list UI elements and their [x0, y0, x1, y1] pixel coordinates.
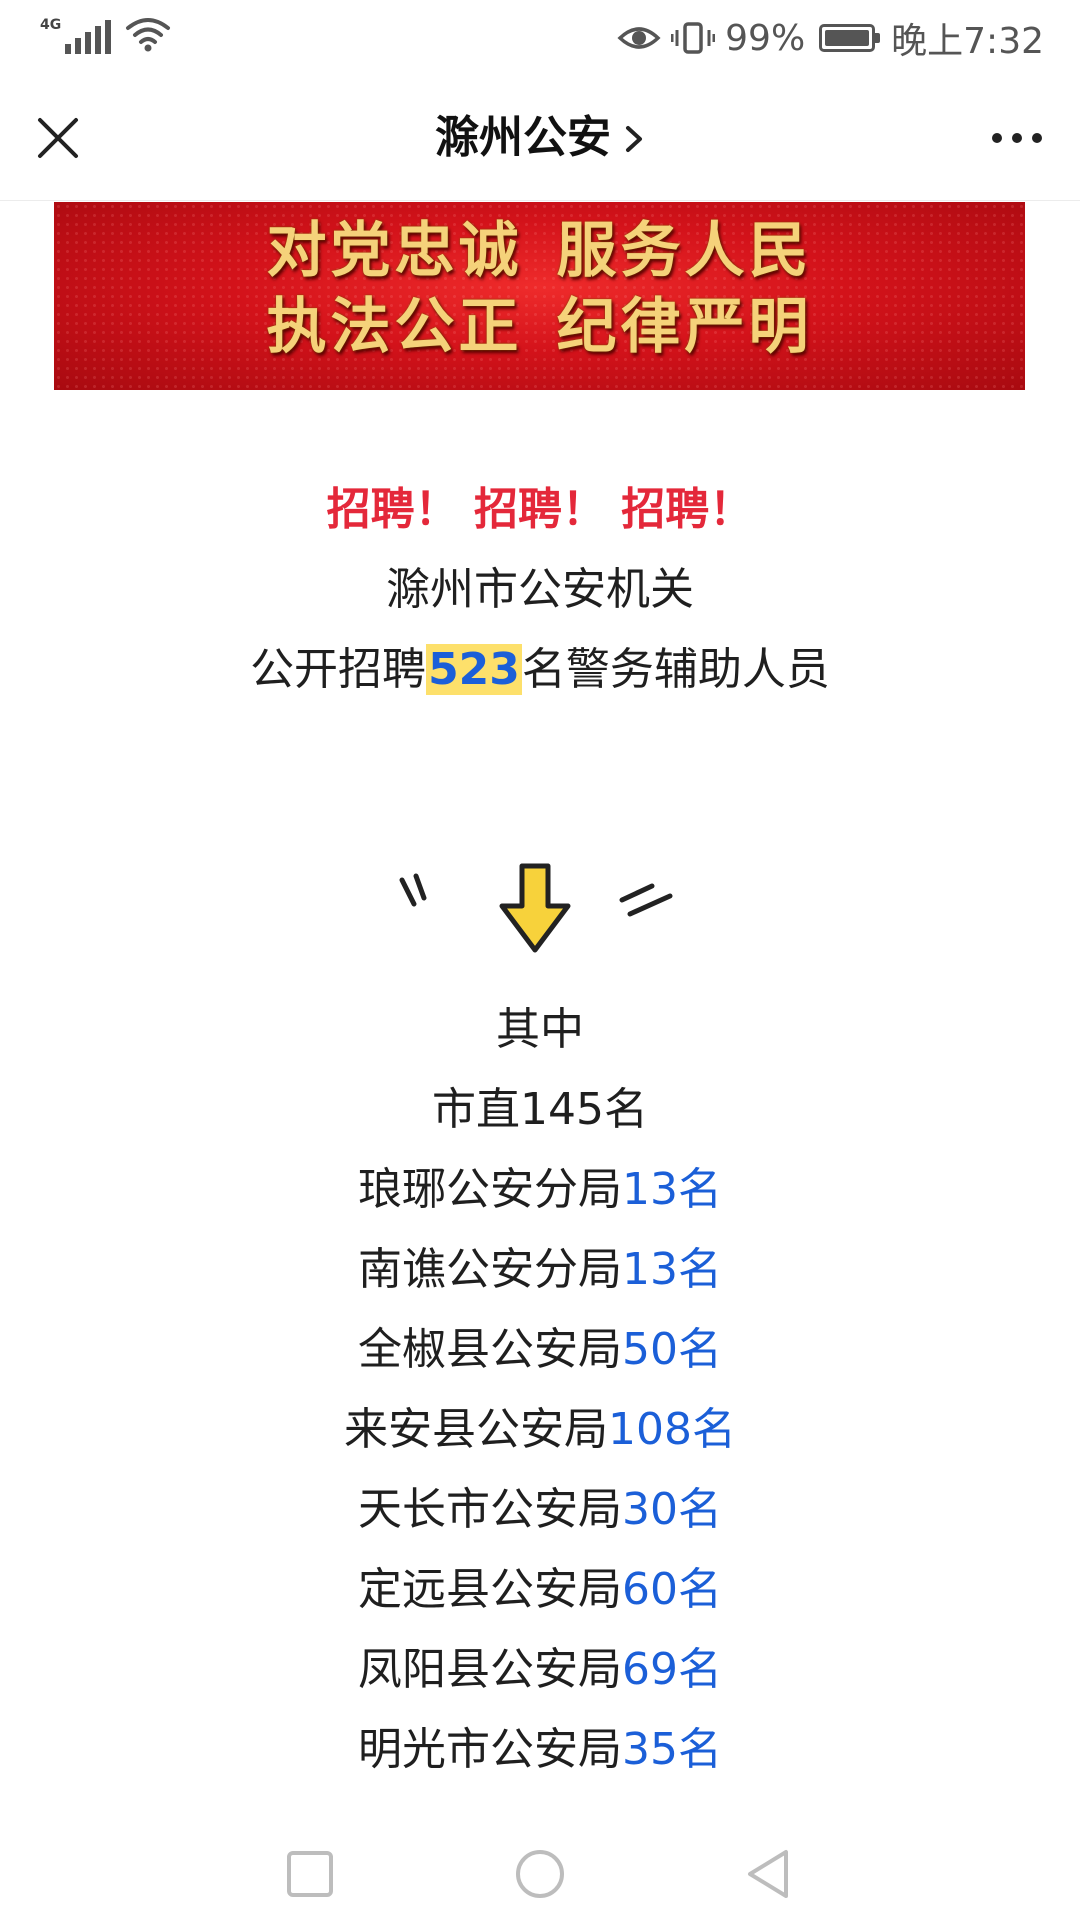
wifi-icon	[126, 18, 171, 52]
system-nav-bar	[0, 1824, 1080, 1920]
branch-count: 13名	[622, 1164, 722, 1215]
slogan-banner: 对党忠诚 服务人民 执法公正 纪律严明	[54, 202, 1025, 390]
banner-slogan: 对党忠诚	[266, 216, 523, 286]
article-subtitle: 滁州市公安机关	[386, 564, 694, 615]
home-circle-icon[interactable]	[512, 1846, 568, 1902]
branch-quota-row: 定远县公安局60名	[0, 1560, 1080, 1620]
screen: 4G 99% 晚上7:32 滁州公安 对党忠诚 服务人民 执法公正 纪律严明 招…	[0, 0, 1080, 1920]
back-triangle-icon[interactable]	[742, 1846, 798, 1902]
branch-quota-row: 琅琊公安分局13名	[0, 1160, 1080, 1220]
branch-quota-row: 全椒县公安局50名	[0, 1320, 1080, 1380]
recruit-summary: 公开招聘523名警务辅助人员	[0, 640, 1080, 700]
branch-count: 108名	[608, 1404, 736, 1455]
vibrate-icon	[671, 22, 716, 54]
branch-name: 天长市公安局	[358, 1484, 622, 1535]
battery-percent: 99%	[725, 17, 806, 59]
branch-quota-row: 凤阳县公安局69名	[0, 1640, 1080, 1700]
branch-quota-row: 明光市公安局35名	[0, 1720, 1080, 1780]
chevron-right-icon	[626, 126, 642, 152]
branch-quota-row: 南谯公安分局13名	[0, 1240, 1080, 1300]
more-options-icon[interactable]	[984, 110, 1050, 166]
branch-name: 凤阳县公安局	[358, 1644, 622, 1695]
page-title-text: 滁州公安	[435, 112, 611, 163]
branch-count: 30名	[622, 1484, 722, 1535]
branch-name: 定远县公安局	[358, 1564, 622, 1615]
status-left: 4G	[40, 14, 171, 54]
branch-name: 明光市公安局	[358, 1724, 622, 1775]
branch-count: 13名	[622, 1244, 722, 1295]
network-type-label: 4G	[40, 17, 62, 33]
clock-time: 晚上7:32	[891, 21, 1044, 62]
down-arrow-icon	[399, 863, 673, 953]
among-label: 其中	[496, 1004, 584, 1055]
branch-count: 69名	[622, 1644, 722, 1695]
branch-name: 琅琊公安分局	[358, 1164, 622, 1215]
branch-count: 60名	[622, 1564, 722, 1615]
signal-strength-icon	[65, 20, 112, 54]
city-direct-quota: 市直145名	[432, 1084, 648, 1135]
branch-name: 南谯公安分局	[358, 1244, 622, 1295]
branch-name: 来安县公安局	[344, 1404, 608, 1455]
recruit-suffix: 名警务辅助人员	[521, 644, 830, 695]
branch-count: 35名	[622, 1724, 722, 1775]
status-right: 99% 晚上7:32	[617, 14, 1044, 62]
title-bar: 滁州公安	[0, 76, 1080, 201]
branch-count: 50名	[622, 1324, 722, 1375]
banner-line-2: 执法公正 纪律严明	[54, 292, 1025, 362]
recents-square-icon[interactable]	[282, 1846, 338, 1902]
status-bar: 4G 99% 晚上7:32	[0, 0, 1080, 76]
recruit-headline: 招聘！ 招聘！ 招聘！	[326, 484, 754, 535]
banner-line-1: 对党忠诚 服务人民	[54, 216, 1025, 286]
branch-quota-row: 天长市公安局30名	[0, 1480, 1080, 1540]
recruit-prefix: 公开招聘	[250, 644, 427, 695]
branch-name: 全椒县公安局	[358, 1324, 622, 1375]
page-title[interactable]: 滁州公安	[0, 106, 1080, 170]
banner-slogan: 服务人民	[556, 216, 813, 286]
battery-fill	[825, 30, 869, 46]
recruit-count: 523	[426, 644, 522, 695]
eye-comfort-icon	[617, 27, 661, 49]
branch-quota-row: 来安县公安局108名	[0, 1400, 1080, 1460]
banner-slogan: 执法公正	[266, 292, 523, 362]
battery-icon	[819, 24, 881, 52]
banner-slogan: 纪律严明	[556, 292, 813, 362]
